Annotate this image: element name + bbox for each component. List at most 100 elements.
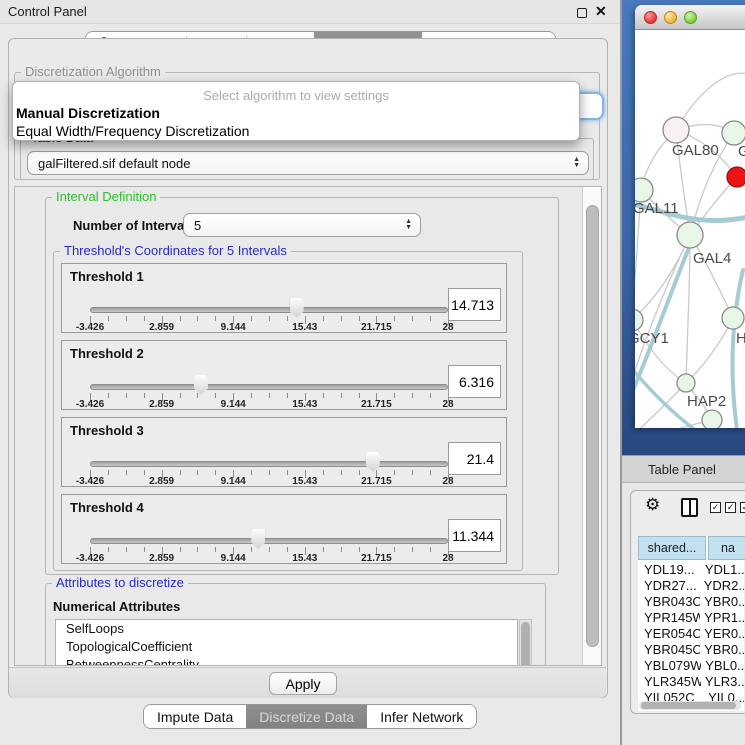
tick-mark xyxy=(359,393,360,398)
apply-button[interactable]: Apply xyxy=(269,672,337,695)
settings-scrollbar-thumb[interactable] xyxy=(586,205,599,647)
table-row[interactable]: YDL19...YDL1... xyxy=(638,562,744,578)
float-window-icon[interactable] xyxy=(577,8,587,18)
tick-mark xyxy=(215,316,216,321)
network-edge[interactable] xyxy=(635,383,686,428)
threshold-slider-thumb[interactable] xyxy=(290,298,304,318)
algorithm-popup: Select algorithm to view settings Manual… xyxy=(12,81,580,141)
tick-mark xyxy=(412,547,413,552)
network-node-gcy1[interactable] xyxy=(635,309,643,331)
network-graph[interactable]: GAL80GAGAL11GAL4GCY1HHAP2 xyxy=(635,30,745,428)
bottom-tab-discretize-data[interactable]: Discretize Data xyxy=(246,705,367,728)
network-window-titlebar[interactable] xyxy=(635,5,745,30)
table-row[interactable]: YDR27...YDR2... xyxy=(638,578,744,594)
table-cell-shared-name: YBR045C xyxy=(638,642,700,658)
close-icon[interactable]: ✕ xyxy=(595,3,607,20)
network-view[interactable]: GAL80GAGAL11GAL4GCY1HHAP2 xyxy=(635,30,745,428)
tick-mark xyxy=(126,470,127,475)
network-edge[interactable] xyxy=(635,235,690,320)
tick-mark xyxy=(412,393,413,398)
network-node-hap2[interactable] xyxy=(677,374,695,392)
table-cell-shared-name: YLR345W xyxy=(638,674,701,690)
app-root: Control Panel ✕ NetworkStyleSelectCyni T… xyxy=(0,0,745,745)
table-data-group: Table Data galFiltered.sif default node … xyxy=(20,138,594,180)
close-traffic-light-icon[interactable] xyxy=(644,11,657,24)
table-row[interactable]: YBL079WYBL0... xyxy=(638,658,744,674)
number-of-intervals-combo[interactable]: 5 ▲▼ xyxy=(183,213,421,237)
threshold-value-field[interactable]: 14.713 xyxy=(448,288,501,321)
table-row[interactable]: YBR045CYBR0... xyxy=(638,642,744,658)
checkbox-icon[interactable]: ✓ xyxy=(740,502,745,513)
tick-mark xyxy=(144,470,145,475)
network-edge[interactable] xyxy=(732,270,743,428)
table-row[interactable]: YPR145WYPR1... xyxy=(638,610,744,626)
table-data-combo-value: galFiltered.sif default node xyxy=(38,156,190,171)
threshold-value-field[interactable]: 11.344 xyxy=(448,519,501,552)
table-cell-shared-name: YER054C xyxy=(638,626,700,642)
columns-icon[interactable] xyxy=(681,498,698,517)
numerical-attributes-list[interactable]: SelfLoopsTopologicalCoefficientBetweenne… xyxy=(55,619,518,666)
table-horizontal-scrollbar[interactable] xyxy=(639,701,741,710)
threshold-value-field[interactable]: 6.316 xyxy=(448,365,501,398)
tick-label: -3.426 xyxy=(68,322,112,333)
tick-label: 28 xyxy=(426,476,470,487)
number-of-intervals-value: 5 xyxy=(194,218,201,233)
tick-label: 21.715 xyxy=(354,553,398,564)
interval-definition-title: Interval Definition xyxy=(52,189,160,204)
bottom-tab-impute-data[interactable]: Impute Data xyxy=(144,705,246,728)
settings-scrollpane: Interval Definition Number of Intervals … xyxy=(14,186,602,666)
threshold-slider-thumb[interactable] xyxy=(366,452,380,472)
threshold-slider-track[interactable] xyxy=(90,384,448,390)
popup-item-manual-discretization[interactable]: Manual Discretization xyxy=(16,105,160,121)
table-header-name[interactable]: na xyxy=(708,536,745,560)
table-header-shared-name[interactable]: shared... xyxy=(638,536,706,560)
gear-icon[interactable]: ⚙ xyxy=(645,495,660,515)
tick-mark xyxy=(359,547,360,552)
attribute-list-item[interactable]: SelfLoops xyxy=(56,620,517,638)
tick-mark xyxy=(251,547,252,552)
table-row[interactable]: YER054CYER0... xyxy=(638,626,744,642)
threshold-value-field[interactable]: 21.4 xyxy=(448,442,501,475)
table-cell-shared-name: YDR27... xyxy=(638,578,700,594)
combo-spinner-icon: ▲▼ xyxy=(405,214,412,236)
zoom-traffic-light-icon[interactable] xyxy=(684,11,697,24)
checkbox-icon[interactable]: ✓ xyxy=(710,502,721,513)
tick-label: 15.43 xyxy=(283,399,327,410)
table-cell-name: YER0... xyxy=(700,626,744,642)
attributes-list-scrollbar[interactable] xyxy=(519,619,532,666)
tick-mark xyxy=(126,547,127,552)
network-edge[interactable] xyxy=(686,318,733,383)
number-of-intervals-label: Number of Intervals xyxy=(73,218,195,233)
network-node-gal4[interactable] xyxy=(677,222,703,248)
table-row[interactable]: YLR345WYLR3... xyxy=(638,674,744,690)
node-table-rows[interactable]: YDL19...YDL1...YDR27...YDR2...YBR043CYBR… xyxy=(638,562,744,702)
minimize-traffic-light-icon[interactable] xyxy=(664,11,677,24)
threshold-slider-track[interactable] xyxy=(90,538,448,544)
table-row[interactable]: YBR043CYBR0... xyxy=(638,594,744,610)
network-window[interactable]: GAL80GAGAL11GAL4GCY1HHAP2 xyxy=(635,5,745,428)
network-desktop: GAL80GAGAL11GAL4GCY1HHAP2 xyxy=(622,0,745,455)
tick-mark xyxy=(180,316,181,321)
network-edge[interactable] xyxy=(690,235,733,318)
threshold-slider-thumb[interactable] xyxy=(251,529,265,549)
attribute-list-item[interactable]: TopologicalCoefficient xyxy=(56,638,517,656)
network-edge[interactable] xyxy=(635,420,712,428)
network-node-gal11[interactable] xyxy=(635,178,653,202)
threshold-slider-track[interactable] xyxy=(90,461,448,467)
network-node-ga[interactable] xyxy=(722,121,745,145)
threshold-slider-track[interactable] xyxy=(90,307,448,313)
threshold-slider-thumb[interactable] xyxy=(194,375,208,395)
settings-scrollbar-track[interactable] xyxy=(582,187,601,665)
threshold-panel: Threshold 4-3.4262.8599.14415.4321.71528… xyxy=(61,494,507,564)
table-data-combo[interactable]: galFiltered.sif default node ▲▼ xyxy=(27,151,589,175)
bottom-tab-infer-network[interactable]: Infer Network xyxy=(367,705,476,728)
network-node[interactable] xyxy=(702,410,722,428)
popup-item-equal-width-frequency[interactable]: Equal Width/Frequency Discretization xyxy=(16,123,249,139)
checkbox-icon[interactable]: ✓ xyxy=(725,502,736,513)
attribute-list-item[interactable]: BetweennessCentrality xyxy=(56,656,517,666)
network-node[interactable] xyxy=(727,167,745,187)
tick-mark xyxy=(144,393,145,398)
tick-mark xyxy=(287,547,288,552)
network-node-h[interactable] xyxy=(722,307,744,329)
network-node-gal80[interactable] xyxy=(663,117,689,143)
